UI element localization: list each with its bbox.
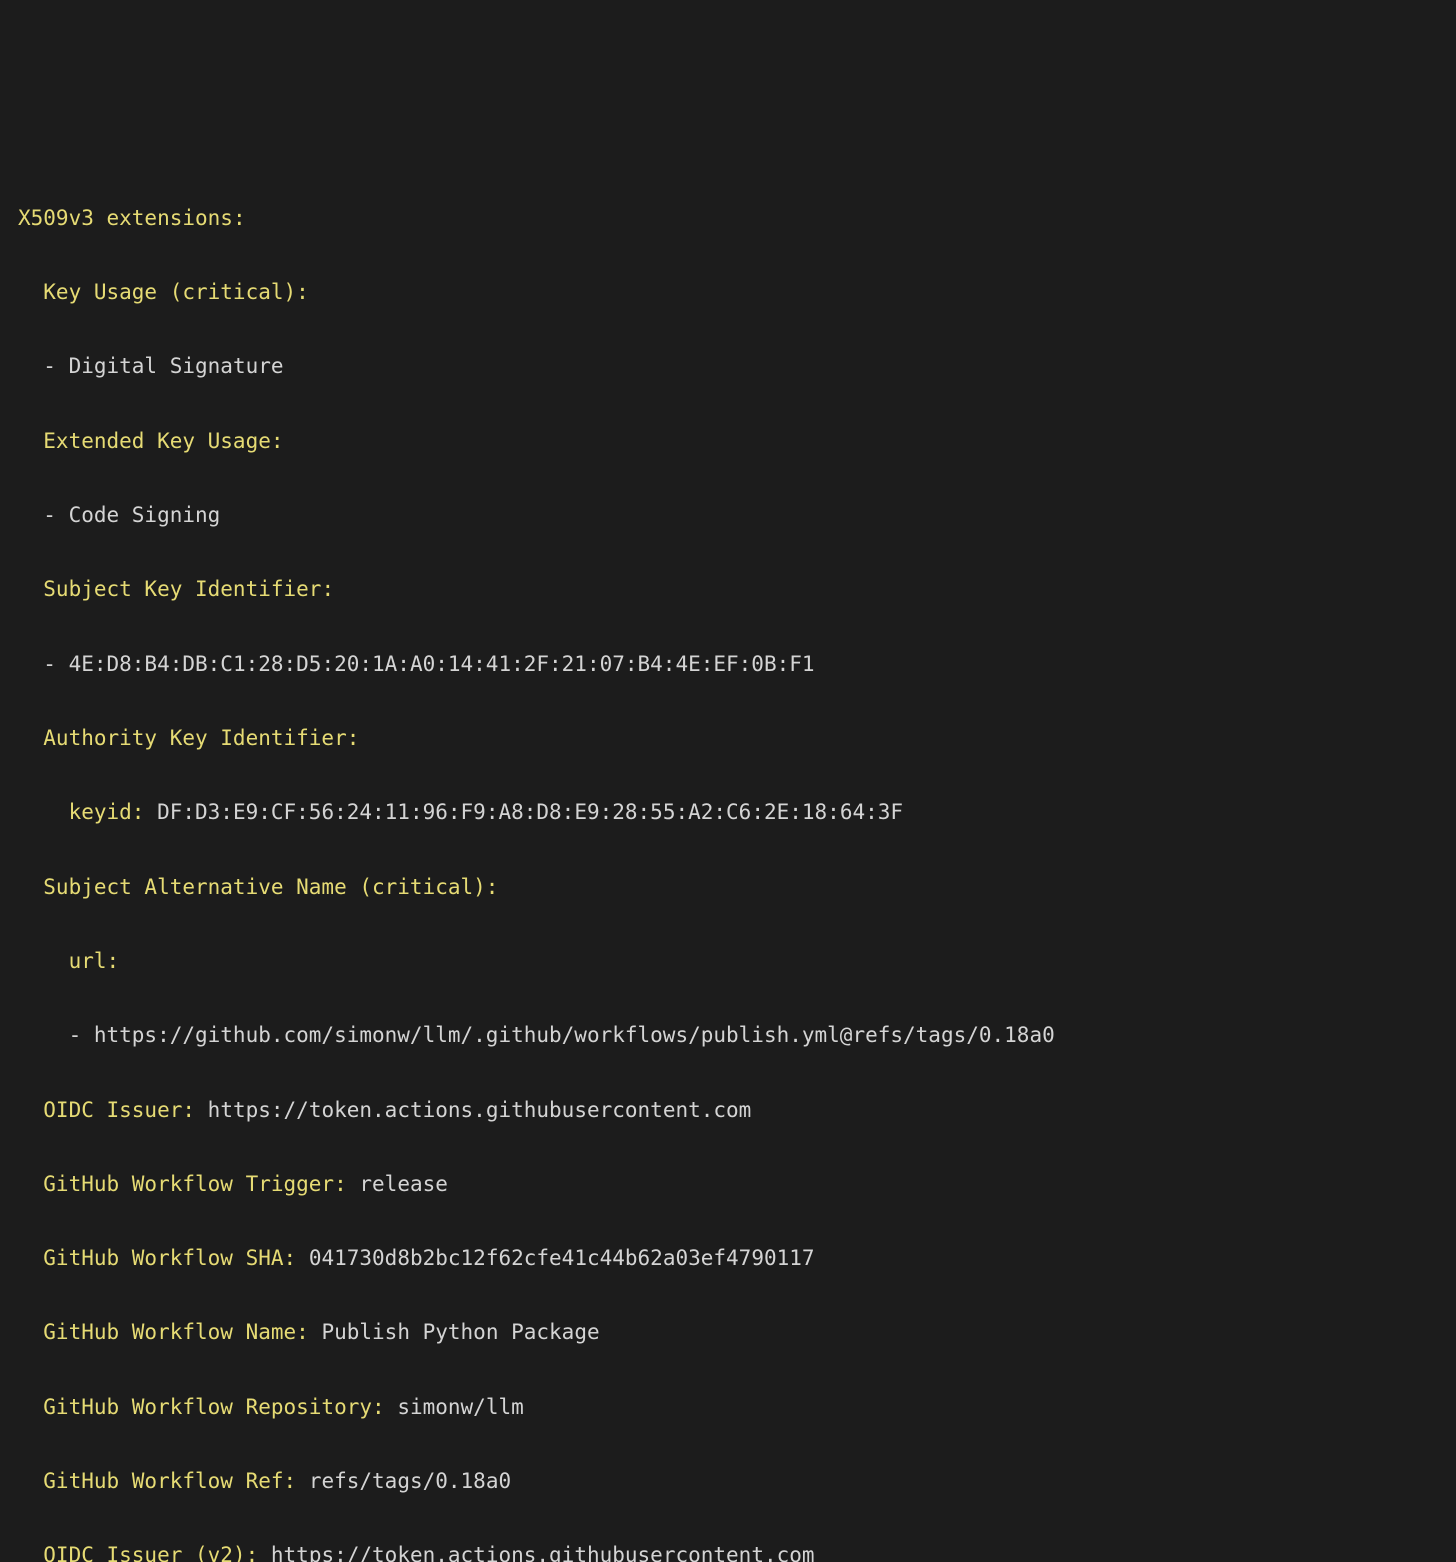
ski-line: Subject Key Identifier: (18, 571, 1438, 608)
gh-trigger-value: release (359, 1172, 448, 1196)
gh-sha-label: GitHub Workflow SHA (43, 1246, 283, 1270)
gh-name-label: GitHub Workflow Name (43, 1320, 296, 1344)
header-text: X509v3 extensions (18, 206, 233, 230)
key-usage-line: Key Usage (critical): (18, 274, 1438, 311)
ski-label: Subject Key Identifier (43, 577, 321, 601)
oidc-issuer-label: OIDC Issuer (43, 1098, 182, 1122)
gh-ref-label: GitHub Workflow Ref (43, 1469, 283, 1493)
gh-repo-line: GitHub Workflow Repository: simonw/llm (18, 1389, 1438, 1426)
oidc-v2-value: https://token.actions.githubusercontent.… (271, 1543, 815, 1562)
san-url-label: url (69, 949, 107, 973)
aki-keyid-value: DF:D3:E9:CF:56:24:11:96:F9:A8:D8:E9:28:5… (157, 800, 903, 824)
ext-key-usage-value-line: - Code Signing (18, 497, 1438, 534)
x509-header: X509v3 extensions: (18, 200, 1438, 237)
oidc-issuer-value: https://token.actions.githubusercontent.… (208, 1098, 752, 1122)
aki-keyid-line: keyid: DF:D3:E9:CF:56:24:11:96:F9:A8:D8:… (18, 794, 1438, 831)
gh-repo-value: simonw/llm (397, 1395, 523, 1419)
gh-name-value: Publish Python Package (321, 1320, 599, 1344)
ski-value-line: - 4E:D8:B4:DB:C1:28:D5:20:1A:A0:14:41:2F… (18, 646, 1438, 683)
gh-sha-value: 041730d8b2bc12f62cfe41c44b62a03ef4790117 (309, 1246, 815, 1270)
aki-keyid-label: keyid (69, 800, 132, 824)
key-usage-value: Digital Signature (69, 354, 284, 378)
gh-repo-label: GitHub Workflow Repository (43, 1395, 372, 1419)
gh-name-line: GitHub Workflow Name: Publish Python Pac… (18, 1314, 1438, 1351)
san-line: Subject Alternative Name (critical): (18, 869, 1438, 906)
aki-label: Authority Key Identifier (43, 726, 346, 750)
ext-key-usage-label: Extended Key Usage (43, 429, 271, 453)
gh-ref-line: GitHub Workflow Ref: refs/tags/0.18a0 (18, 1463, 1438, 1500)
gh-trigger-label: GitHub Workflow Trigger (43, 1172, 334, 1196)
gh-trigger-line: GitHub Workflow Trigger: release (18, 1166, 1438, 1203)
key-usage-value-line: - Digital Signature (18, 348, 1438, 385)
san-url-value: https://github.com/simonw/llm/.github/wo… (94, 1023, 1055, 1047)
gh-ref-value: refs/tags/0.18a0 (309, 1469, 511, 1493)
key-usage-label: Key Usage (critical) (43, 280, 296, 304)
oidc-v2-line: OIDC Issuer (v2): https://token.actions.… (18, 1537, 1438, 1562)
ext-key-usage-value: Code Signing (69, 503, 221, 527)
oidc-v2-label: OIDC Issuer (v2) (43, 1543, 245, 1562)
san-url-value-line: - https://github.com/simonw/llm/.github/… (18, 1017, 1438, 1054)
ext-key-usage-line: Extended Key Usage: (18, 423, 1438, 460)
aki-line: Authority Key Identifier: (18, 720, 1438, 757)
san-url-line: url: (18, 943, 1438, 980)
terminal-output: X509v3 extensions: Key Usage (critical):… (18, 163, 1438, 1562)
oidc-issuer-line: OIDC Issuer: https://token.actions.githu… (18, 1092, 1438, 1129)
gh-sha-line: GitHub Workflow SHA: 041730d8b2bc12f62cf… (18, 1240, 1438, 1277)
san-label: Subject Alternative Name (critical) (43, 875, 486, 899)
ski-value: 4E:D8:B4:DB:C1:28:D5:20:1A:A0:14:41:2F:2… (69, 652, 815, 676)
